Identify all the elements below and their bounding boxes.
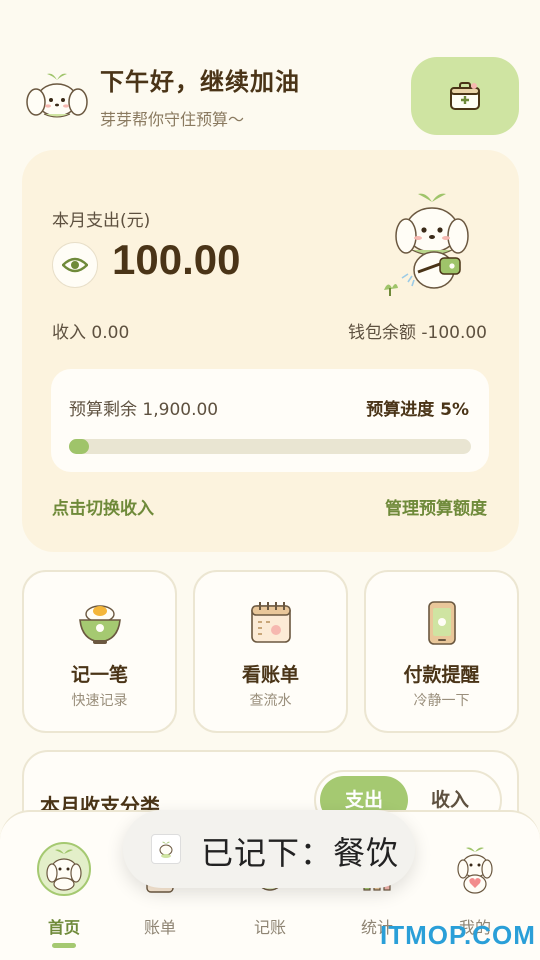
quick-record-tile[interactable]: 记一笔 快速记录 — [22, 570, 177, 733]
view-bills-label: 看账单 — [241, 664, 299, 686]
manage-budget-link[interactable]: 管理预算额度 — [385, 494, 487, 519]
payment-reminder-label: 付款提醒 — [403, 664, 480, 686]
puppy-app-icon — [159, 841, 173, 858]
calendar-icon — [250, 602, 291, 643]
tab-home-label: 首页 — [47, 918, 80, 937]
greeting-subtitle: 芽芽帮你守住预算～ — [100, 110, 245, 129]
quick-record-sub: 快速记录 — [71, 693, 128, 709]
wallet-kit-button[interactable] — [411, 57, 519, 135]
switch-income-link[interactable]: 点击切换收入 — [52, 494, 154, 519]
budget-progress-fill — [69, 439, 90, 454]
watermark: ITMOP.COM — [380, 920, 536, 950]
puppy-logo-icon — [26, 73, 88, 118]
quick-record-label: 记一笔 — [70, 664, 128, 686]
view-bills-tile[interactable]: 看账单 查流水 — [193, 570, 348, 733]
budget-box: 预算剩余 1,900.00 预算进度 5% — [51, 369, 489, 472]
tab-record-label: 记账 — [253, 918, 286, 937]
header: 下午好，继续加油 芽芽帮你守住预算～ — [0, 0, 540, 150]
tab-bills-label: 账单 — [143, 918, 176, 937]
monthly-summary-card: 本月支出(元) 100.00 收入 0.00 钱包余额 -100.00 预算剩余… — [22, 150, 519, 552]
profile-mascot-icon — [457, 847, 493, 894]
app-icon — [151, 834, 181, 864]
watering-puppy-mascot-icon — [384, 193, 469, 296]
toggle-visibility-button[interactable] — [52, 242, 98, 288]
toast-message: 已记下：餐饮 — [123, 810, 415, 888]
briefcase-plus-icon — [450, 82, 480, 110]
view-bills-sub: 查流水 — [249, 693, 292, 709]
payment-reminder-sub: 冷静一下 — [413, 693, 470, 709]
home-mascot-icon — [37, 842, 91, 896]
toast-text: 已记下：餐饮 — [201, 834, 400, 872]
tab-home[interactable]: 首页 — [24, 842, 104, 952]
monthly-expense-title: 本月支出(元) — [52, 211, 151, 231]
eye-icon — [62, 257, 88, 273]
greeting-title: 下午好，继续加油 — [100, 68, 300, 96]
budget-progress-bar — [69, 439, 471, 454]
income-total: 收入 0.00 — [52, 323, 130, 343]
rice-bowl-icon — [78, 605, 121, 644]
budget-remaining: 预算剩余 1,900.00 — [69, 400, 219, 420]
phone-icon — [427, 601, 456, 645]
payment-reminder-tile[interactable]: 付款提醒 冷静一下 — [364, 570, 519, 733]
budget-progress-label: 预算进度 5% — [366, 400, 469, 420]
active-tab-indicator — [52, 943, 76, 948]
wallet-balance: 钱包余额 -100.00 — [347, 323, 487, 343]
monthly-expense-amount: 100.00 — [112, 236, 241, 283]
